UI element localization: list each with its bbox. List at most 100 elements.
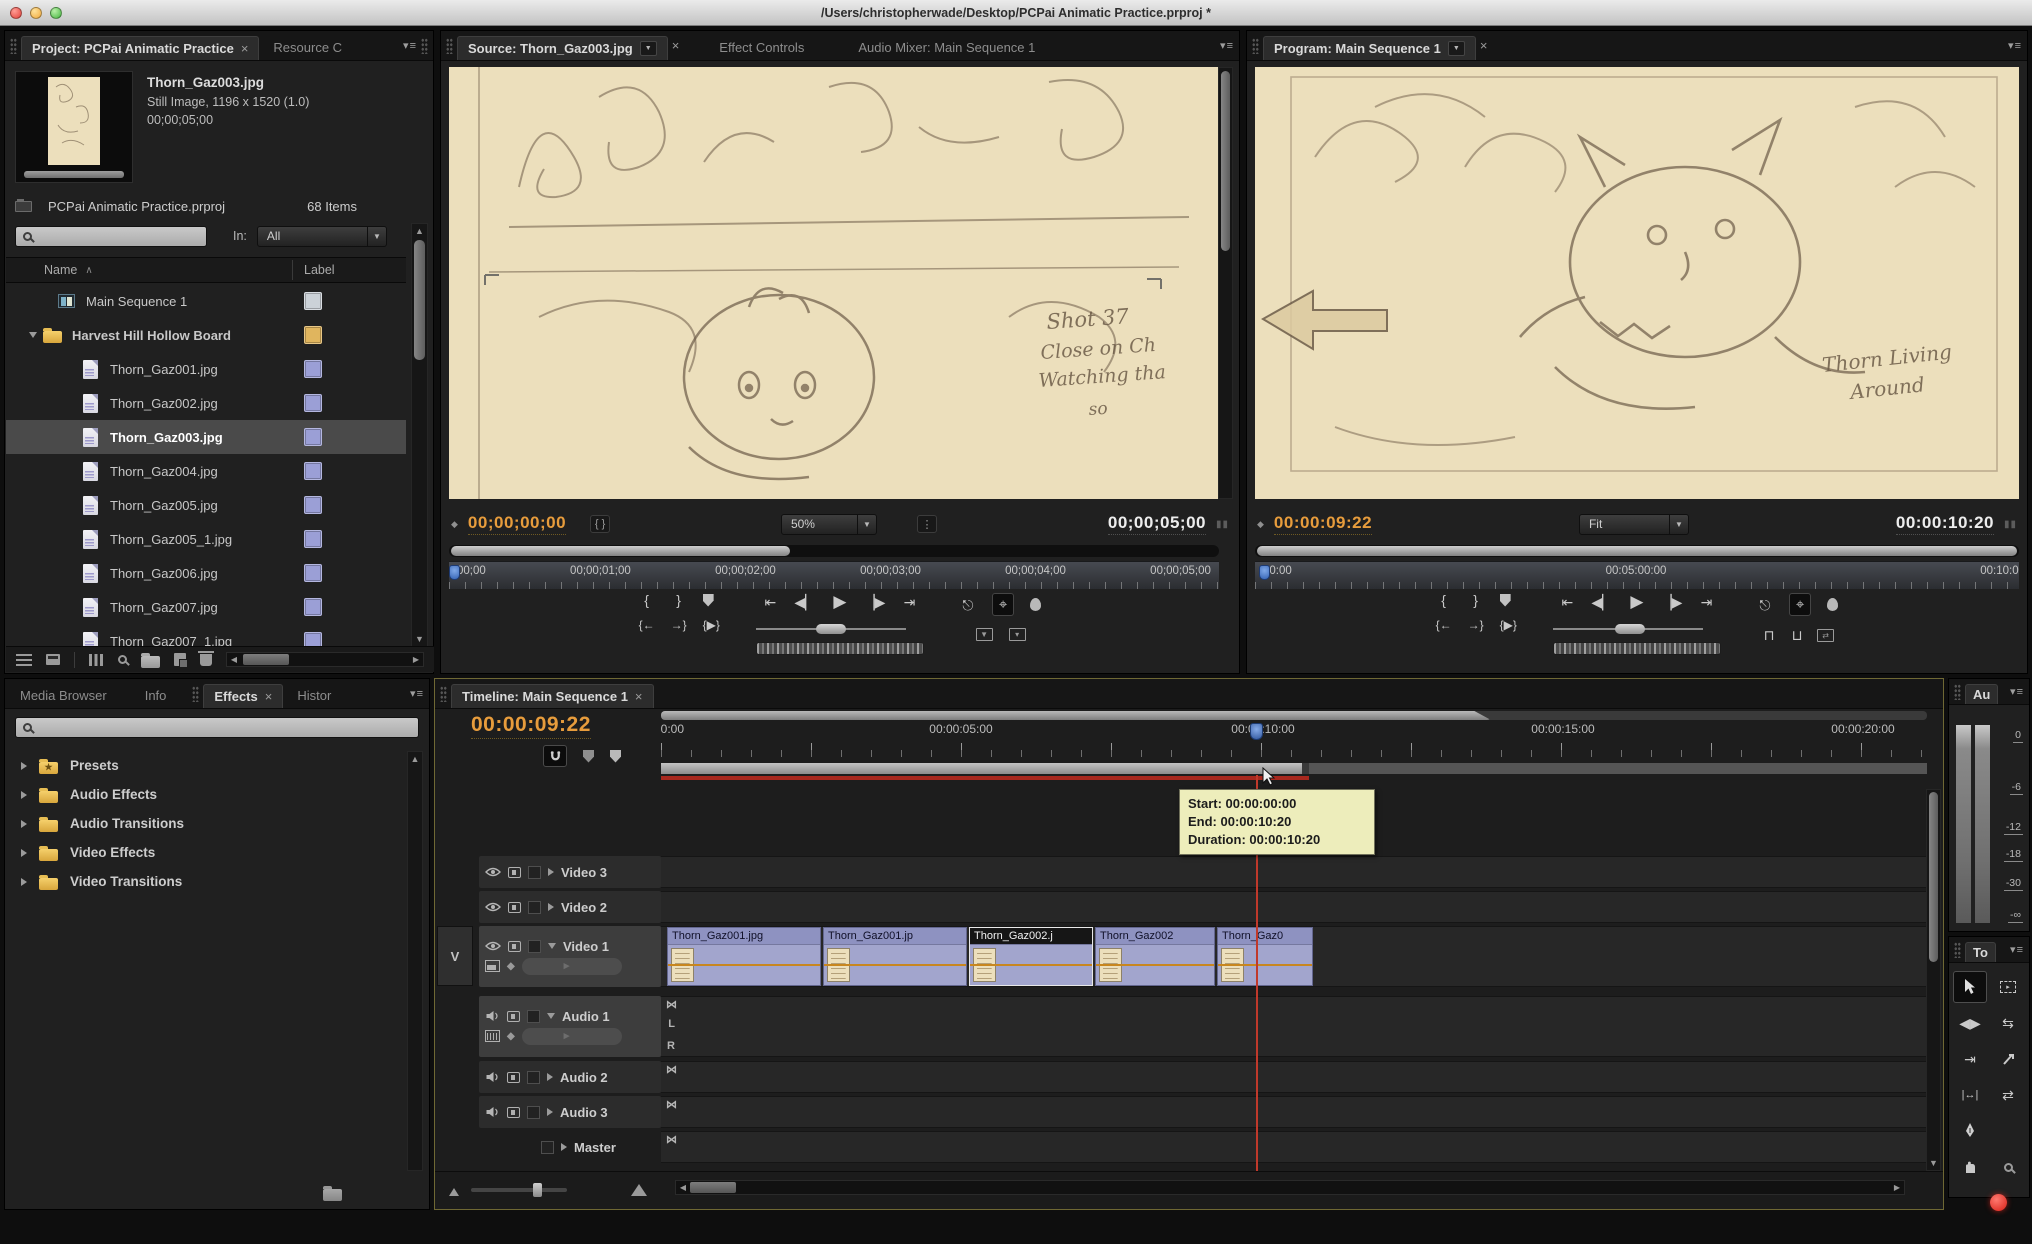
close-icon[interactable]: × xyxy=(672,38,680,53)
set-encore-chapter-marker-button[interactable] xyxy=(583,750,594,763)
export-frame-button[interactable]: ⎋ xyxy=(960,598,976,612)
pen-tool[interactable] xyxy=(1953,1115,1987,1147)
slider-thumb[interactable] xyxy=(533,1183,542,1197)
scroll-up-icon[interactable]: ▲ xyxy=(412,226,427,236)
twirl-right-icon[interactable] xyxy=(548,903,554,911)
preview-thumbnail[interactable] xyxy=(15,71,133,183)
zoom-tool[interactable] xyxy=(1991,1151,2025,1183)
track-lock-toggle[interactable] xyxy=(528,866,541,879)
tab-effect-controls[interactable]: Effect Controls xyxy=(709,36,814,60)
lift-button[interactable]: ⊓ xyxy=(1761,628,1777,642)
track-lock-toggle[interactable] xyxy=(527,1106,540,1119)
timeline-clip[interactable]: Thorn_Gaz002 xyxy=(1095,927,1215,986)
show-keyframes-button[interactable]: ◆ xyxy=(507,1031,515,1042)
source-video-target[interactable]: V xyxy=(437,926,473,986)
video3-lane[interactable] xyxy=(661,856,1927,888)
scrollbar-thumb[interactable] xyxy=(1929,792,1938,962)
close-icon[interactable]: × xyxy=(265,689,273,704)
tab-audio-meters[interactable]: Au xyxy=(1965,684,1998,704)
tab-project[interactable]: Project: PCPai Animatic Practice × xyxy=(21,36,259,60)
selection-tool[interactable] xyxy=(1953,971,1987,1003)
scroll-up-icon[interactable]: ▲ xyxy=(408,754,422,764)
panel-grip-icon[interactable] xyxy=(1252,38,1259,54)
effects-folder-presets[interactable]: ★ Presets xyxy=(9,751,405,780)
go-to-previous-edit-button[interactable]: ⇤ xyxy=(1559,595,1575,609)
tab-info[interactable]: Info xyxy=(135,684,177,708)
label-chip[interactable] xyxy=(304,632,322,646)
scrollbar-thumb[interactable] xyxy=(414,240,425,360)
zoom-out-icon[interactable] xyxy=(449,1188,459,1196)
go-to-previous-edit-button[interactable]: ⇤ xyxy=(762,595,778,609)
play-in-to-out-button[interactable]: {▶} xyxy=(1500,619,1517,631)
project-vertical-scrollbar[interactable]: ▲ ▼ xyxy=(411,223,428,647)
scrollbar-thumb[interactable] xyxy=(451,546,790,556)
panel-menu-icon[interactable]: ▾≡ xyxy=(2010,943,2024,956)
timeline-current-timecode[interactable]: 00:00:09:22 xyxy=(471,713,591,739)
go-to-next-edit-button[interactable]: ⇥ xyxy=(1698,595,1714,609)
speaker-icon[interactable] xyxy=(485,1071,500,1083)
timeline-playhead-head[interactable] xyxy=(1250,723,1263,740)
source-zoom-scrollbar[interactable] xyxy=(449,545,1219,557)
scroll-left-icon[interactable]: ◀ xyxy=(227,655,241,664)
preview-scrub-strip[interactable] xyxy=(24,171,124,178)
search-input[interactable] xyxy=(37,228,199,244)
timeline-clip[interactable]: Thorn_Gaz001.jpg xyxy=(667,927,821,986)
tab-tools[interactable]: To xyxy=(1965,942,1996,962)
hand-tool[interactable] xyxy=(1953,1151,1987,1183)
playback-resolution-icon[interactable] xyxy=(1827,598,1838,611)
shuttle-slider[interactable] xyxy=(1553,622,1703,636)
list-item[interactable]: Thorn_Gaz007.jpg xyxy=(6,590,406,624)
list-view-button[interactable] xyxy=(16,654,32,666)
twirl-right-icon[interactable] xyxy=(21,849,27,857)
playback-resolution-icon[interactable] xyxy=(1030,598,1041,611)
list-item[interactable]: Thorn_Gaz005.jpg xyxy=(6,488,406,522)
safe-margins-button[interactable]: ⌖ xyxy=(992,593,1014,616)
speaker-icon[interactable] xyxy=(485,1106,500,1118)
panel-menu-icon[interactable]: ▾≡ xyxy=(403,39,417,52)
sync-lock-icon[interactable] xyxy=(507,1011,520,1022)
timeline-clip[interactable]: Thorn_Gaz001.jp xyxy=(823,927,967,986)
timeline-top-scrollbar[interactable] xyxy=(661,711,1927,720)
export-frame-button[interactable]: ⎋ xyxy=(1757,598,1773,612)
program-time-ruler[interactable]: 00:00 00:05:00:00 00:10:00 xyxy=(1255,561,2019,589)
ripple-edit-tool[interactable]: ◀▶ xyxy=(1953,1007,1987,1039)
effects-folder-audio-effects[interactable]: Audio Effects xyxy=(9,780,405,809)
source-zoom-dropdown[interactable]: 50% ▼ xyxy=(781,514,877,535)
jog-disk[interactable] xyxy=(1553,642,1721,655)
set-unnumbered-marker-button[interactable] xyxy=(610,750,621,763)
column-divider[interactable] xyxy=(292,260,293,280)
tab-effects[interactable]: Effects × xyxy=(203,684,283,708)
search-input[interactable] xyxy=(37,720,411,736)
chevron-down-icon[interactable]: ▼ xyxy=(640,41,657,56)
find-button[interactable] xyxy=(118,655,127,664)
gang-icon[interactable]: { } xyxy=(590,515,610,533)
list-item[interactable]: Thorn_Gaz002.jpg xyxy=(6,386,406,420)
tab-resource-central[interactable]: Resource C xyxy=(263,36,352,60)
list-item[interactable]: Thorn_Gaz004.jpg xyxy=(6,454,406,488)
column-label[interactable]: Label xyxy=(304,263,335,277)
clear-button[interactable] xyxy=(200,654,212,666)
work-area-bar[interactable] xyxy=(661,763,1927,774)
new-custom-bin-button[interactable] xyxy=(323,1185,342,1201)
timeline-ruler[interactable]: 00:00 00:00:05:00 00:00:10:00 00:00:15:0… xyxy=(661,709,1927,789)
panel-grip-icon[interactable] xyxy=(10,38,17,54)
panel-menu-icon[interactable]: ▾≡ xyxy=(1220,39,1234,52)
twirl-right-icon[interactable] xyxy=(21,791,27,799)
label-chip[interactable] xyxy=(304,462,322,480)
go-to-out-button[interactable]: →} xyxy=(1468,619,1484,631)
insert-button[interactable]: ▼ xyxy=(976,628,993,641)
opacity-rubber-band[interactable] xyxy=(668,964,820,966)
go-to-in-button[interactable]: {← xyxy=(1436,619,1452,631)
label-chip[interactable] xyxy=(304,326,322,344)
toggle-track-output-icon[interactable]: ⋈ xyxy=(666,1063,677,1076)
set-in-point-button[interactable]: { xyxy=(1436,593,1452,607)
step-back-button[interactable]: ◀▏ xyxy=(1591,595,1613,609)
tab-program[interactable]: Program: Main Sequence 1 ▼ xyxy=(1263,36,1476,60)
list-item-folder[interactable]: Harvest Hill Hollow Board xyxy=(6,318,406,352)
video3-track-header[interactable]: Video 3 xyxy=(479,856,661,888)
search-scope-dropdown[interactable]: All ▼ xyxy=(257,226,387,247)
source-playhead[interactable] xyxy=(449,565,460,580)
automate-to-sequence-button[interactable] xyxy=(89,654,104,666)
track-lock-toggle[interactable] xyxy=(528,901,541,914)
close-icon[interactable]: × xyxy=(241,41,249,56)
